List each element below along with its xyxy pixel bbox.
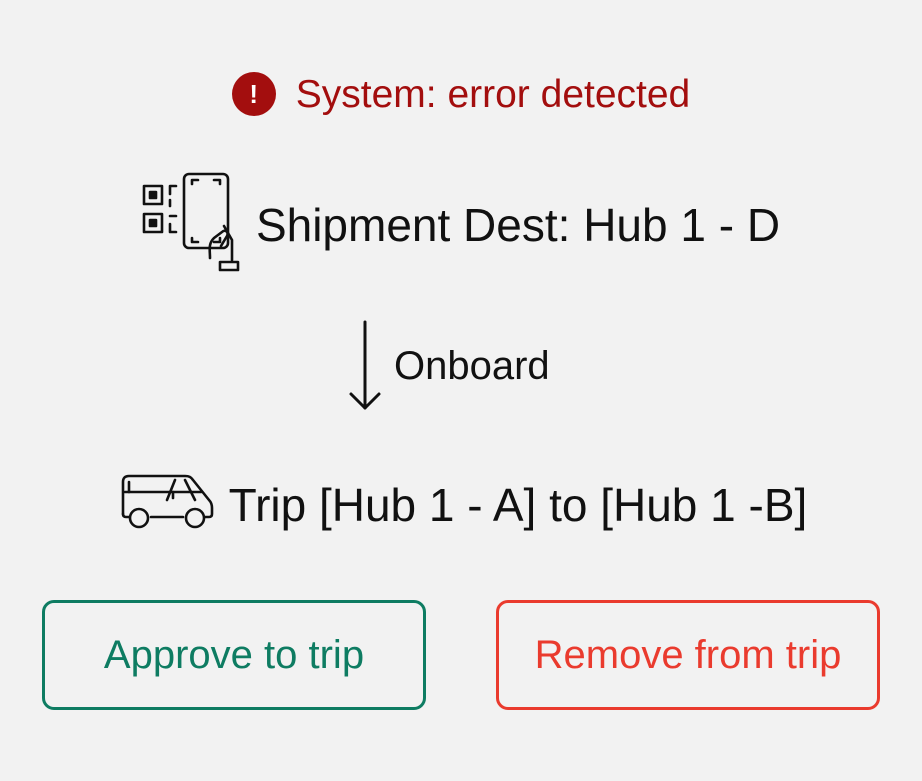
onboard-flow: Onboard xyxy=(0,318,922,414)
onboard-label: Onboard xyxy=(394,344,550,388)
shipment-destination-text: Shipment Dest: Hub 1 - D xyxy=(255,198,781,251)
trip-route-text: Trip [Hub 1 - A] to [Hub 1 -B] xyxy=(228,478,808,531)
exclamation-circle-icon: ! xyxy=(231,72,276,116)
phone-qr-scan-icon xyxy=(142,172,242,277)
remove-from-trip-button[interactable]: Remove from trip xyxy=(496,600,880,710)
approve-to-trip-button[interactable]: Approve to trip xyxy=(42,600,426,710)
error-message: System: error detected xyxy=(295,72,691,116)
shipment-destination: Shipment Dest: Hub 1 - D xyxy=(0,172,922,277)
trip-info: Trip [Hub 1 - A] to [Hub 1 -B] xyxy=(0,472,922,537)
error-alert: ! System: error detected xyxy=(0,72,922,116)
van-icon xyxy=(115,472,215,537)
arrow-down-icon xyxy=(345,318,385,414)
